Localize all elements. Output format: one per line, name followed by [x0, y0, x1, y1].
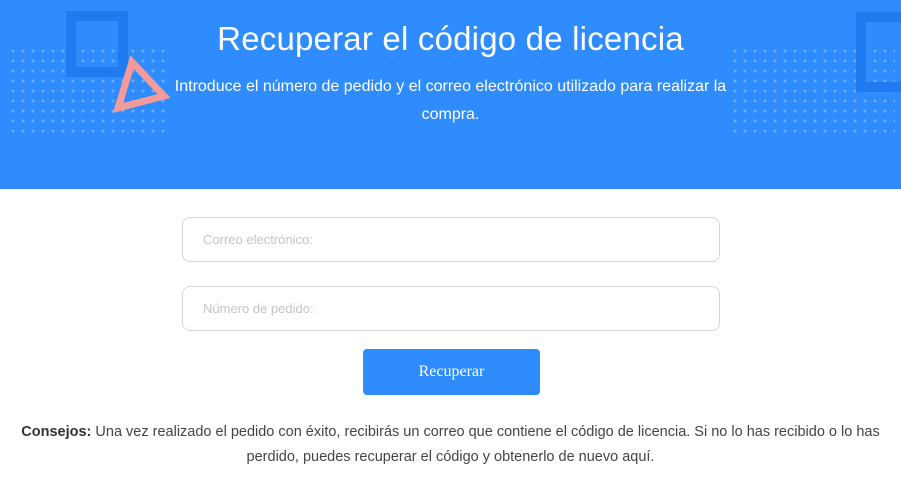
- recover-button[interactable]: Recuperar: [363, 349, 540, 395]
- hero-banner: Recuperar el código de licencia Introduc…: [0, 0, 901, 189]
- tips-body: Una vez realizado el pedido con éxito, r…: [91, 424, 880, 465]
- order-number-field[interactable]: [182, 286, 720, 331]
- tips-text: Consejos: Una vez realizado el pedido co…: [20, 420, 881, 470]
- tips-label: Consejos:: [21, 424, 92, 440]
- email-field[interactable]: [182, 217, 720, 262]
- page-title: Recuperar el código de licencia: [217, 20, 684, 57]
- decorative-triangle-icon: [112, 56, 171, 113]
- page-subtitle: Introduce el número de pedido y el corre…: [174, 78, 727, 123]
